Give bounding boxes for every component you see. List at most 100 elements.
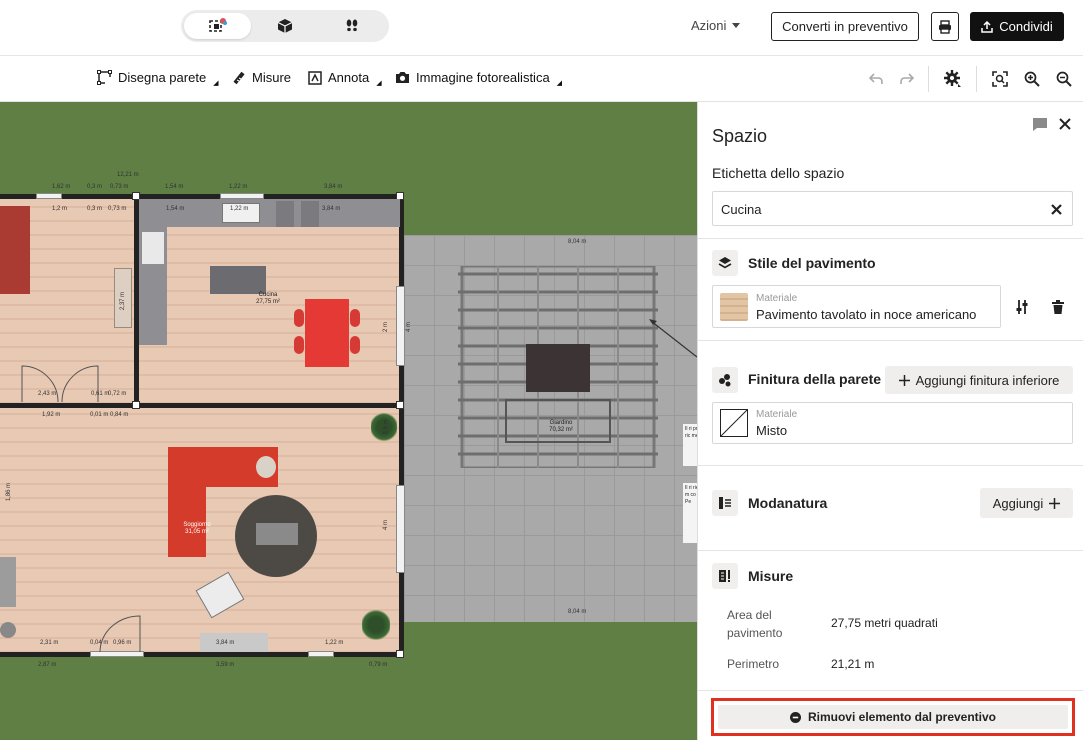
coffee-table[interactable]	[256, 523, 298, 545]
dimension-label: 2,43 m	[38, 391, 57, 397]
molding-heading: Modanatura	[748, 495, 828, 511]
trash-icon[interactable]	[1052, 300, 1064, 314]
measures-heading: Misure	[748, 568, 794, 584]
pergola[interactable]	[458, 266, 658, 468]
editor-toolbar: Disegna parete ◢ Misure Annota ◢ Immagine …	[0, 56, 1083, 102]
dimension-label: 1,92 m	[42, 412, 61, 418]
dimension-label: 3,84 m	[322, 206, 341, 212]
dimension-label: 4 m	[383, 519, 390, 531]
chevron-down-icon	[732, 23, 741, 28]
remove-from-quote-highlight: Rimuovi elemento dal preventivo	[711, 698, 1075, 736]
dimension-label: 1,2 m	[52, 206, 68, 212]
clear-icon[interactable]	[1051, 204, 1062, 215]
wall-finish-heading: Finitura della parete	[748, 371, 882, 387]
submenu-caret-icon: ◢	[376, 79, 382, 87]
cushion	[256, 456, 276, 478]
dimension-label: 1,62 m	[52, 184, 71, 190]
redo-button[interactable]	[897, 69, 917, 89]
printer-icon	[939, 19, 951, 34]
double-door[interactable]	[20, 364, 100, 404]
wall[interactable]	[0, 652, 404, 657]
view-3d-button[interactable]	[251, 13, 318, 39]
dimension-label: 0,01 m	[90, 412, 109, 418]
floor-material-field[interactable]: Materiale Pavimento tavolato in noce ame…	[712, 285, 1001, 328]
wall[interactable]	[399, 194, 404, 657]
focus-frame-icon	[992, 71, 1008, 87]
add-molding-button[interactable]: Aggiungi	[980, 488, 1073, 518]
space-properties-panel: Spazio Etichetta dello spazio Cucina Sti…	[697, 102, 1083, 740]
floor-style-heading: Stile del pavimento	[748, 255, 876, 271]
floor-lamp[interactable]	[0, 622, 16, 638]
dimension-label: 2,87 m	[38, 662, 57, 668]
cooktop[interactable]	[142, 232, 164, 264]
window[interactable]	[396, 485, 405, 573]
annotation-note[interactable]: Il ri rie m co Pe	[683, 483, 697, 543]
kitchen-counter[interactable]	[139, 199, 400, 227]
fit-view-button[interactable]	[990, 69, 1010, 89]
chair[interactable]	[294, 336, 304, 354]
divider	[698, 550, 1083, 551]
dimension-label: 1,54 m	[166, 206, 185, 212]
sofa-chaise[interactable]	[168, 447, 206, 557]
chair[interactable]	[350, 336, 360, 354]
cube-3d-icon	[277, 19, 292, 33]
wall-handle[interactable]	[396, 401, 404, 409]
camera-icon	[396, 72, 409, 83]
chair[interactable]	[350, 309, 360, 327]
zoom-in-button[interactable]	[1022, 69, 1042, 89]
print-button[interactable]	[931, 12, 959, 41]
dimension-label: 2,37 m	[120, 291, 127, 311]
close-icon[interactable]	[1059, 118, 1071, 130]
room-label-kitchen: Cucina 27,75 m²	[256, 292, 280, 305]
share-button[interactable]: Condividi	[970, 12, 1064, 41]
window[interactable]	[36, 193, 62, 199]
remove-from-quote-button[interactable]: Rimuovi elemento dal preventivo	[718, 705, 1068, 729]
convert-to-quote-button[interactable]: Converti in preventivo	[771, 12, 919, 41]
submenu-caret-icon: ◢	[556, 79, 563, 87]
top-bar: Azioni Converti in preventivo Condividi	[0, 0, 1083, 56]
zoom-out-button[interactable]	[1054, 69, 1074, 89]
door-swing[interactable]	[92, 614, 142, 654]
space-label-field[interactable]: Cucina	[712, 191, 1073, 226]
annotate-tool[interactable]: Annota ◢	[308, 70, 382, 87]
annotate-icon	[308, 70, 322, 85]
view-2d-button[interactable]	[184, 13, 251, 39]
window[interactable]	[396, 286, 405, 366]
chair[interactable]	[294, 309, 304, 327]
adjust-sliders-icon[interactable]	[1015, 300, 1029, 314]
appliance[interactable]	[276, 201, 294, 227]
kitchen-island[interactable]	[210, 266, 266, 294]
room-label-garden: Giardino 70,32 m²	[549, 420, 573, 433]
settings-button[interactable]	[943, 69, 963, 89]
draw-wall-tool[interactable]: Disegna parete ◢	[97, 70, 219, 87]
bed[interactable]	[0, 206, 30, 294]
wall-handle[interactable]	[132, 401, 140, 409]
wall-handle[interactable]	[396, 650, 404, 658]
floorplan-canvas[interactable]: 8,04 m 8,04 m Giardino 70,32 m² Il ri pr…	[0, 102, 697, 740]
ruler-icon	[233, 71, 245, 84]
molding-icon	[712, 490, 738, 516]
photorealistic-image-tool[interactable]: Immagine fotorealistica ◢	[395, 70, 563, 87]
undo-button[interactable]	[866, 69, 886, 89]
add-lower-finish-button[interactable]: Aggiungi finitura inferiore	[885, 366, 1073, 394]
comment-icon[interactable]	[1033, 118, 1047, 131]
dimension-label: 4 m	[406, 321, 413, 333]
actions-label: Azioni	[691, 18, 727, 33]
floor-area-label: Area del pavimento	[727, 608, 783, 640]
appliance[interactable]	[301, 201, 319, 227]
measure-icon	[712, 563, 738, 589]
view-walkthrough-button[interactable]	[318, 13, 385, 39]
actions-menu[interactable]: Azioni	[691, 18, 741, 33]
layers-icon	[712, 250, 738, 276]
gear-icon	[944, 70, 961, 87]
side-cabinet[interactable]	[0, 557, 16, 607]
dimension-label: 0,73 m	[110, 184, 129, 190]
measures-tool[interactable]: Misure	[232, 70, 291, 85]
dining-table[interactable]	[305, 299, 349, 367]
annotation-note[interactable]: Il ri pre ric me	[683, 424, 697, 466]
wall-material-field[interactable]: Materiale Misto	[712, 402, 1073, 444]
dimension-label: 0,3 m	[87, 206, 103, 212]
plant[interactable]	[362, 608, 390, 642]
window[interactable]	[308, 651, 334, 657]
divider	[698, 465, 1083, 466]
